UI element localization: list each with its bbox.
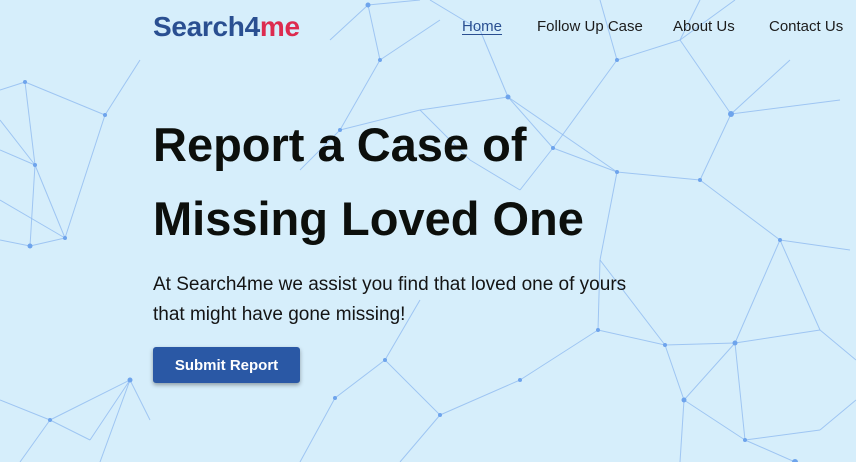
hero-subtitle-line-1: At Search4me we assist you find that lov… — [153, 274, 627, 295]
site-logo[interactable]: Search4me — [153, 8, 300, 46]
submit-report-button[interactable]: Submit Report — [153, 347, 300, 383]
top-navbar: Search4me Home Follow Up Case About Us C… — [0, 0, 856, 56]
nav-about-us-link[interactable]: About Us — [673, 17, 735, 37]
hero-subtitle: At Search4me we assist you find that lov… — [153, 270, 626, 330]
nav-follow-up-case-link[interactable]: Follow Up Case — [537, 17, 643, 37]
hero-title: Report a Case of Missing Loved One — [153, 108, 584, 256]
hero-subtitle-line-2: that might have gone missing! — [153, 304, 406, 325]
hero-title-line-2: Missing Loved One — [153, 192, 584, 245]
logo-text-accent: me — [259, 11, 300, 42]
logo-text-primary: Search4 — [153, 11, 260, 42]
hero-title-line-1: Report a Case of — [153, 118, 527, 171]
nav-contact-us-link[interactable]: Contact Us — [769, 17, 843, 37]
nav-home-link[interactable]: Home — [462, 17, 502, 37]
